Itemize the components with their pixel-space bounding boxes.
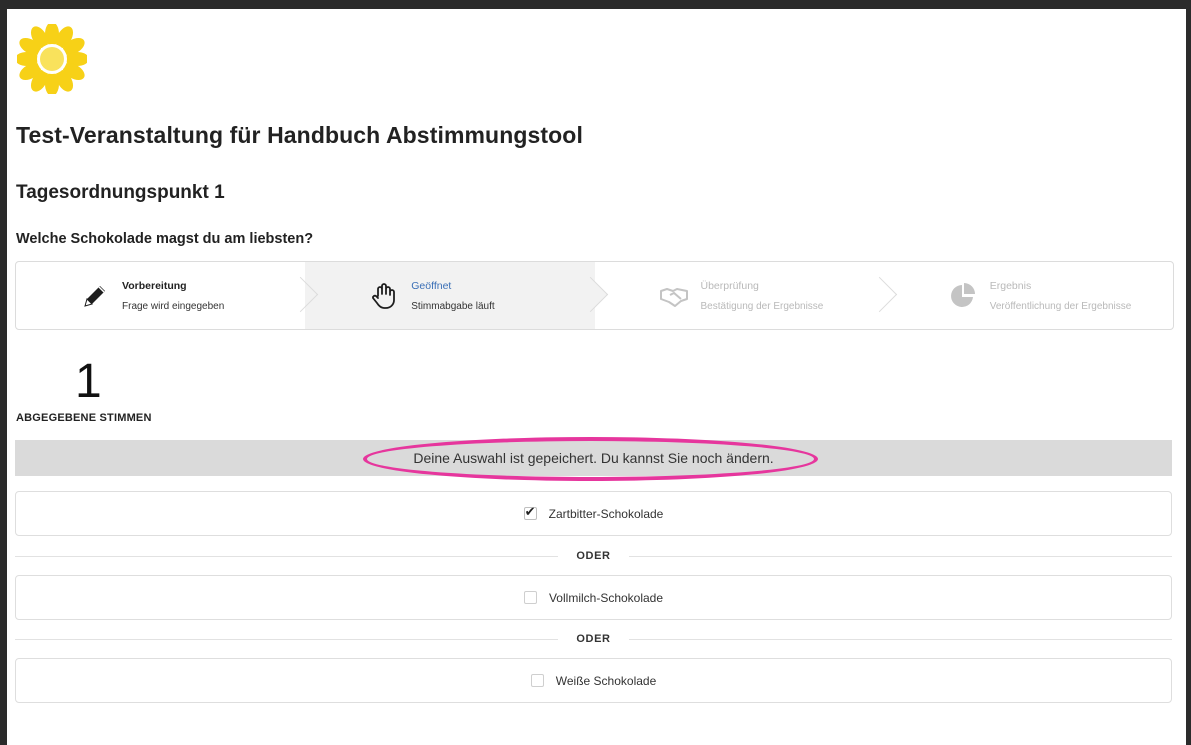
hand-icon	[372, 282, 396, 309]
option-label: Weiße Schokolade	[555, 673, 657, 688]
screenshot-frame-left	[0, 0, 7, 745]
handshake-icon	[659, 287, 688, 307]
question-text: Welche Schokolade magst du am liebsten?	[16, 231, 314, 247]
option-label: Vollmilch-Schokolade	[548, 590, 664, 605]
option-label: Zartbitter-Schokolade	[548, 506, 664, 521]
or-divider: ODER	[15, 632, 1172, 646]
pie-chart-icon	[950, 282, 975, 307]
step-title: Überprüfung	[700, 279, 759, 292]
step-description: Bestätigung der Ergebnisse	[700, 300, 824, 312]
vote-count: 1	[75, 355, 102, 408]
status-stepper: Vorbereitung Frage wird eingegeben Geöff…	[15, 261, 1174, 330]
checkbox[interactable]	[523, 591, 537, 604]
checkbox-checked[interactable]	[523, 504, 537, 520]
screenshot-frame-right	[1186, 0, 1191, 745]
step-vorbereitung: Vorbereitung Frage wird eingegeben	[16, 262, 319, 329]
vote-count-label: ABGEGEBENE STIMMEN	[16, 412, 152, 424]
option-weisse[interactable]: Weiße Schokolade	[15, 658, 1172, 703]
step-ergebnis: Ergebnis Veröffentlichung der Ergebnisse	[884, 262, 1173, 329]
event-title: Test-Veranstaltung für Handbuch Abstimmu…	[16, 122, 583, 148]
step-description: Frage wird eingegeben	[122, 300, 225, 312]
step-geoeffnet: Geöffnet Stimmabgabe läuft	[305, 262, 608, 329]
screenshot-frame-top	[0, 0, 1191, 9]
option-vollmilch[interactable]: Vollmilch-Schokolade	[15, 575, 1172, 620]
step-ueberpruefung: Überprüfung Bestätigung der Ergebnisse	[595, 262, 897, 329]
agenda-item-title: Tagesordnungspunkt 1	[16, 182, 225, 203]
pencil-icon	[84, 285, 105, 307]
or-label: ODER	[576, 633, 611, 645]
or-label: ODER	[576, 550, 611, 562]
sunflower-logo	[17, 24, 87, 94]
or-divider: ODER	[15, 549, 1172, 563]
step-title: Ergebnis	[989, 279, 1032, 292]
saved-notice: Deine Auswahl ist gepeichert. Du kannst …	[15, 440, 1172, 476]
step-title: Geöffnet	[411, 279, 452, 292]
option-zartbitter[interactable]: Zartbitter-Schokolade	[15, 491, 1172, 536]
step-description: Stimmabgabe läuft	[411, 300, 495, 312]
step-title: Vorbereitung	[122, 279, 187, 292]
step-description: Veröffentlichung der Ergebnisse	[989, 300, 1132, 312]
checkbox[interactable]	[530, 674, 544, 687]
